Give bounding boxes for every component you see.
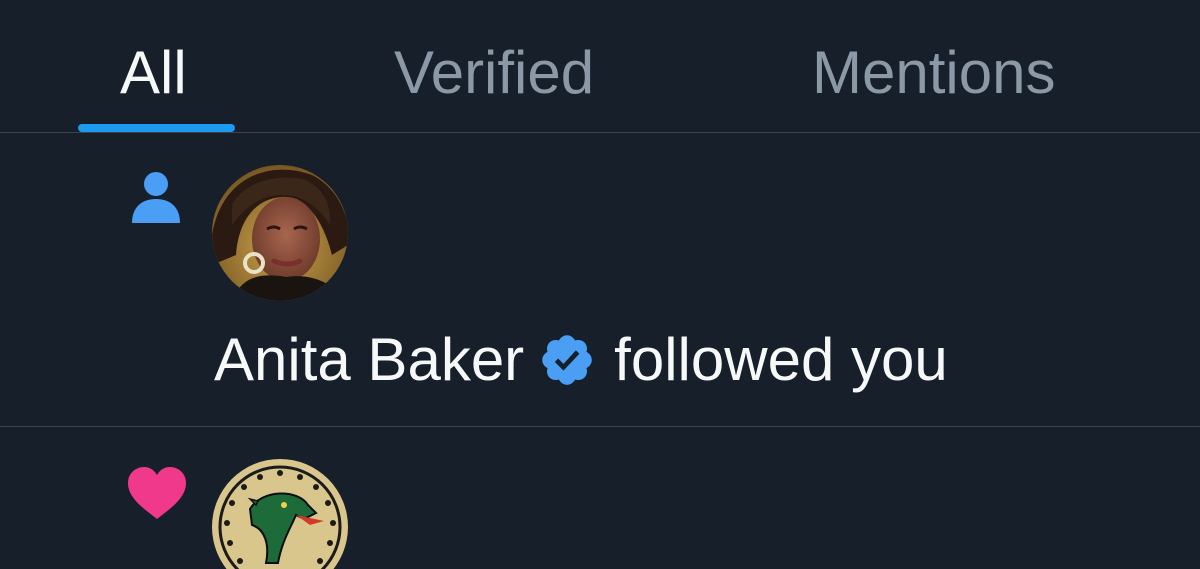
notification-follow[interactable]: Anita Baker followed you (0, 133, 1200, 427)
tab-verified[interactable]: Verified (394, 38, 594, 108)
notifications-page: All Verified Mentions Anita Baker follow… (0, 0, 1200, 569)
uab-dragon-logo (212, 459, 348, 569)
heart-icon (128, 467, 186, 519)
avatar[interactable] (212, 459, 348, 569)
active-tab-indicator (78, 124, 235, 132)
verified-badge-icon (542, 335, 592, 385)
avatar[interactable] (212, 165, 348, 301)
tab-mentions[interactable]: Mentions (812, 38, 1055, 108)
person-icon (132, 172, 180, 223)
notification-text: Anita Baker followed you (214, 325, 948, 395)
notification-tabs: All Verified Mentions (0, 0, 1200, 133)
anita-baker-photo (212, 165, 348, 301)
tab-all[interactable]: All (120, 38, 187, 108)
user-name[interactable]: Anita Baker (214, 325, 524, 395)
action-text: followed you (614, 326, 948, 393)
notification-like[interactable] (0, 427, 1200, 569)
